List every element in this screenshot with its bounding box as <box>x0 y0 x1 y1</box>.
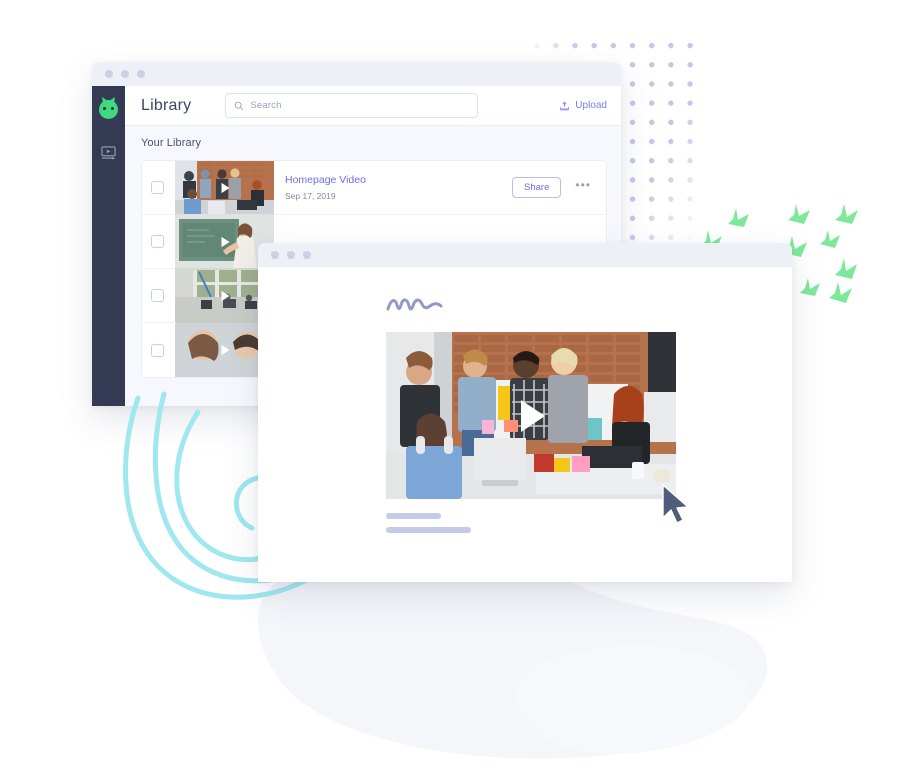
window-dot-3[interactable] <box>137 70 145 78</box>
row-checkbox[interactable] <box>151 343 164 357</box>
library-header: Library Search Upload <box>125 86 621 126</box>
table-row[interactable]: Homepage Video Sep 17, 2019 Share ••• <box>142 161 606 215</box>
logo-ears-icon <box>102 97 115 103</box>
play-triangle-icon[interactable] <box>217 288 232 303</box>
upload-icon <box>560 101 570 111</box>
player-window <box>258 243 792 582</box>
search-input[interactable]: Search <box>225 93 479 118</box>
upload-button[interactable]: Upload <box>559 100 607 111</box>
skeleton-bar-2 <box>386 527 471 533</box>
app-logo-icon[interactable] <box>99 97 118 119</box>
window-dot-3[interactable] <box>303 251 311 259</box>
play-triangle-icon[interactable] <box>217 343 232 358</box>
search-icon <box>235 101 244 110</box>
player-body <box>258 267 792 582</box>
library-titlebar <box>92 62 621 86</box>
brand-scribble-icon <box>386 298 443 311</box>
video-player[interactable] <box>386 332 676 499</box>
video-thumbnail[interactable] <box>175 161 274 215</box>
illustration-stage: Library Search Upload Your Library Homep… <box>0 0 900 772</box>
window-dot-2[interactable] <box>287 251 295 259</box>
video-screen-icon[interactable] <box>101 145 116 160</box>
page-title: Library <box>141 96 192 114</box>
window-dot-2[interactable] <box>121 70 129 78</box>
content-skeleton <box>386 513 792 533</box>
search-placeholder: Search <box>250 100 282 111</box>
skeleton-bar-1 <box>386 513 441 519</box>
play-triangle-icon[interactable] <box>217 234 232 249</box>
video-meta: Homepage Video Sep 17, 2019 <box>285 174 501 201</box>
sidebar <box>92 86 125 406</box>
window-dot-1[interactable] <box>271 251 279 259</box>
section-label: Your Library <box>141 137 202 149</box>
play-triangle-icon[interactable] <box>508 393 554 439</box>
share-button[interactable]: Share <box>512 177 562 198</box>
row-checkbox[interactable] <box>151 289 164 302</box>
row-checkbox[interactable] <box>151 181 164 194</box>
video-title-link[interactable]: Homepage Video <box>285 174 501 186</box>
upload-label: Upload <box>575 100 607 111</box>
row-checkbox[interactable] <box>151 235 164 248</box>
row-menu-button[interactable]: ••• <box>572 179 594 194</box>
window-dot-1[interactable] <box>105 70 113 78</box>
play-triangle-icon[interactable] <box>217 180 232 195</box>
video-date: Sep 17, 2019 <box>285 191 336 201</box>
player-titlebar <box>258 243 792 267</box>
